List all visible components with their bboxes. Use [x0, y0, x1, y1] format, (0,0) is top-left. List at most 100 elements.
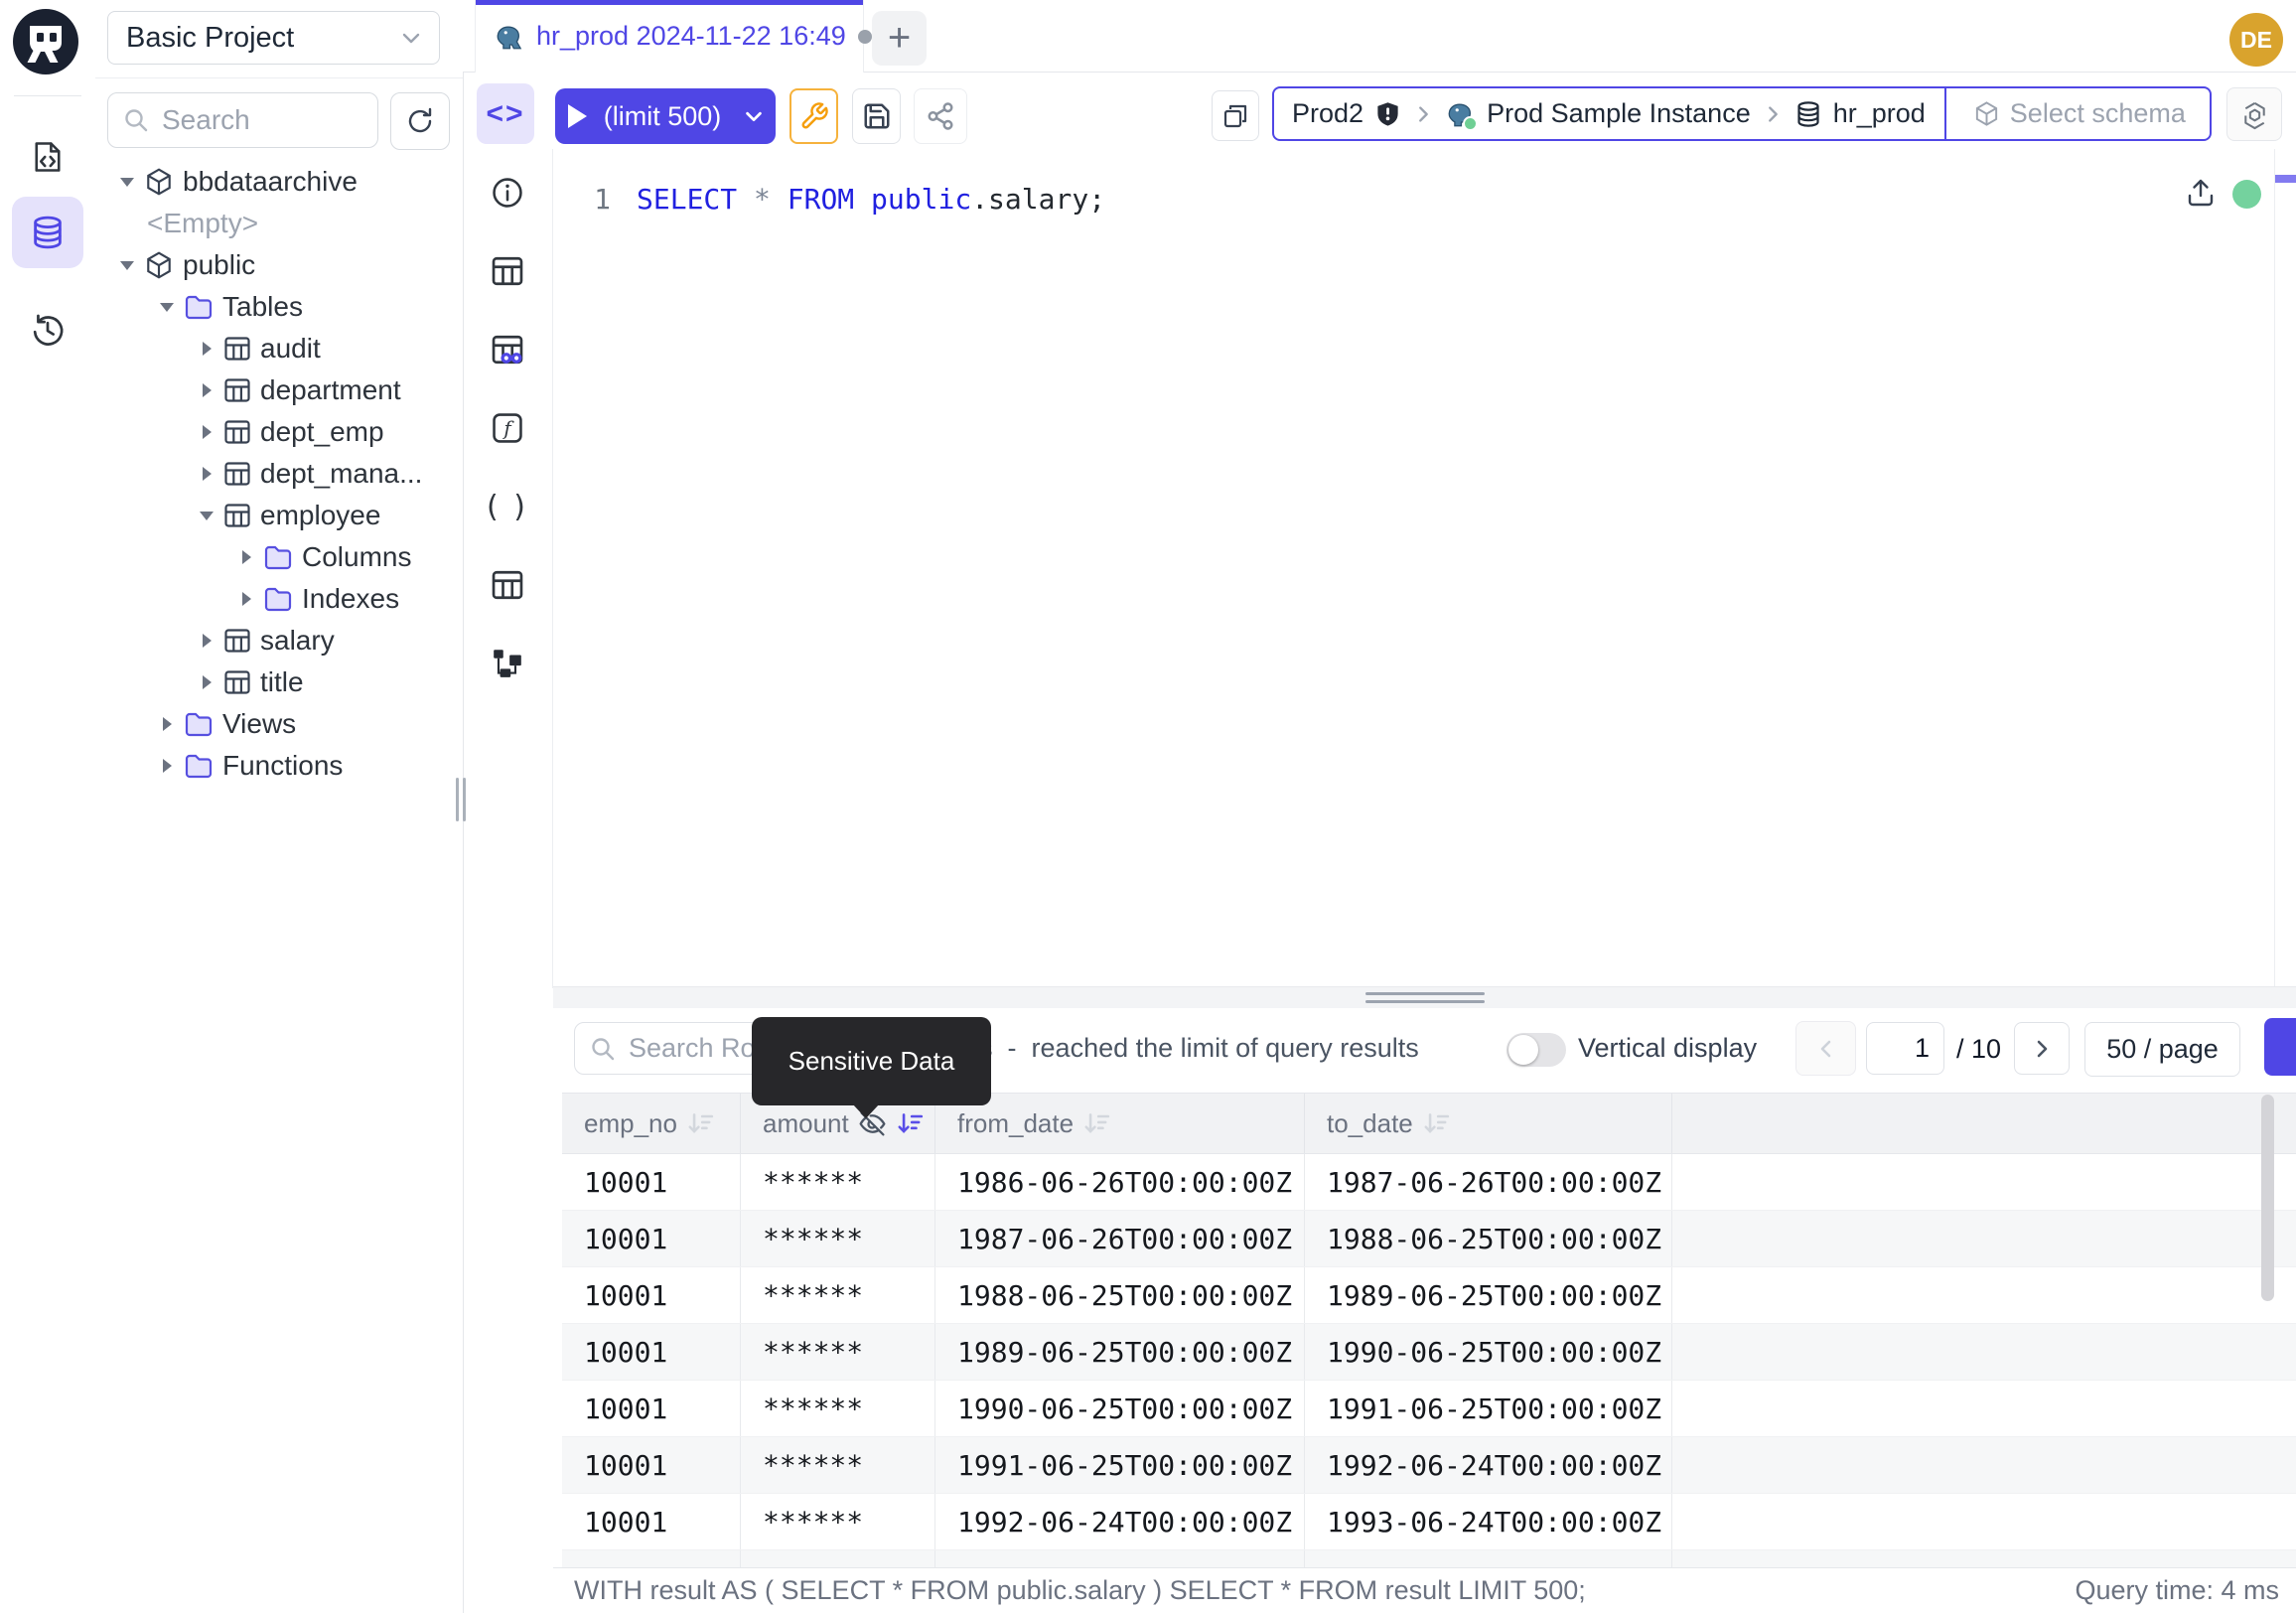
tree-item-department[interactable]: department [95, 369, 463, 411]
cell-from-date[interactable]: 1989-06-25T00:00:00Z [935, 1324, 1305, 1380]
cell-amount[interactable]: ****** [741, 1324, 935, 1380]
cell-to-date[interactable]: 1990-06-25T00:00:00Z [1305, 1324, 1672, 1380]
result-scrollbar-thumb[interactable] [2261, 1095, 2274, 1301]
caret-right-icon[interactable] [238, 591, 254, 607]
page-number-input[interactable]: 1 [1866, 1022, 1944, 1075]
cell-amount[interactable]: ****** [741, 1494, 935, 1549]
caret-right-icon[interactable] [199, 341, 215, 357]
tree-item-title[interactable]: title [95, 661, 463, 703]
column-header-emp-no[interactable]: emp_no [562, 1094, 741, 1153]
cell-emp-no[interactable]: 10001 [562, 1267, 741, 1323]
table-row[interactable]: 10001******1993-06-24T00:00:00Z1994-06-2… [562, 1550, 2296, 1567]
user-avatar[interactable]: DE [2229, 13, 2283, 67]
vertical-display-toggle[interactable] [1507, 1033, 1566, 1067]
table-panel-button[interactable] [486, 249, 529, 293]
instance-name[interactable]: Prod Sample Instance [1487, 98, 1751, 129]
cell-amount[interactable]: ****** [741, 1211, 935, 1266]
tree-item-dept-emp[interactable]: dept_emp [95, 411, 463, 453]
caret-right-icon[interactable] [159, 758, 175, 774]
tree-item-audit[interactable]: audit [95, 328, 463, 369]
cell-emp-no[interactable]: 10001 [562, 1437, 741, 1493]
sort-icon[interactable] [686, 1110, 714, 1136]
cell-emp-no[interactable]: 10001 [562, 1550, 741, 1567]
cell-emp-no[interactable]: 10001 [562, 1211, 741, 1266]
cell-from-date[interactable]: 1987-06-26T00:00:00Z [935, 1211, 1305, 1266]
tree-item-tables[interactable]: Tables [95, 286, 463, 328]
cell-from-date[interactable]: 1986-06-26T00:00:00Z [935, 1154, 1305, 1210]
cell-from-date[interactable]: 1993-06-24T00:00:00Z [935, 1550, 1305, 1567]
column-header-to-date[interactable]: to_date [1305, 1094, 1672, 1153]
run-query-button[interactable]: (limit 500) [555, 88, 776, 144]
table-row[interactable]: 10001******1989-06-25T00:00:00Z1990-06-2… [562, 1324, 2296, 1381]
cell-emp-no[interactable]: 10001 [562, 1324, 741, 1380]
caret-down-icon[interactable] [119, 176, 135, 188]
caret-right-icon[interactable] [199, 466, 215, 482]
caret-right-icon[interactable] [199, 633, 215, 649]
cell-emp-no[interactable]: 10001 [562, 1381, 741, 1436]
table-row[interactable]: 10001******1991-06-25T00:00:00Z1992-06-2… [562, 1437, 2296, 1494]
cell-to-date[interactable]: 1989-06-25T00:00:00Z [1305, 1267, 1672, 1323]
tree-item-employee[interactable]: employee [95, 495, 463, 536]
caret-right-icon[interactable] [199, 382, 215, 398]
rail-database-button[interactable] [12, 197, 83, 268]
column-header-from-date[interactable]: from_date [935, 1094, 1305, 1153]
table-row[interactable]: 10001******1987-06-26T00:00:00Z1988-06-2… [562, 1211, 2296, 1267]
sort-icon[interactable] [896, 1110, 924, 1136]
new-tab-button[interactable]: + [872, 11, 927, 66]
tree-item-functions[interactable]: Functions [95, 745, 463, 787]
sensitive-data-button[interactable] [486, 328, 529, 371]
export-button[interactable] [2264, 1018, 2296, 1076]
cell-amount[interactable]: ****** [741, 1154, 935, 1210]
tree-item-views[interactable]: Views [95, 703, 463, 745]
editor-toggle-button[interactable]: <> [477, 83, 534, 144]
cell-emp-no[interactable]: 10001 [562, 1494, 741, 1549]
table-row[interactable]: 10001******1988-06-25T00:00:00Z1989-06-2… [562, 1267, 2296, 1324]
cell-from-date[interactable]: 1990-06-25T00:00:00Z [935, 1381, 1305, 1436]
refresh-button[interactable] [390, 92, 450, 150]
save-button[interactable] [852, 88, 901, 144]
tree-item-empty[interactable]: <Empty> [95, 203, 463, 244]
environment-name[interactable]: Prod2 [1292, 98, 1363, 129]
select-schema-button[interactable]: Select schema [1957, 98, 2202, 129]
database-name[interactable]: hr_prod [1833, 98, 1926, 129]
table-row[interactable]: 10001******1986-06-26T00:00:00Z1987-06-2… [562, 1154, 2296, 1211]
tree-item-indexes[interactable]: Indexes [95, 578, 463, 620]
tab-hr-prod[interactable]: hr_prod 2024-11-22 16:49 [475, 0, 864, 73]
info-button[interactable] [486, 171, 529, 215]
tree-item-bbdataarchive[interactable]: bbdataarchive [95, 161, 463, 203]
table-row[interactable]: 10001******1992-06-24T00:00:00Z1993-06-2… [562, 1494, 2296, 1550]
cell-from-date[interactable]: 1991-06-25T00:00:00Z [935, 1437, 1305, 1493]
ai-assistant-button[interactable] [2226, 87, 2282, 141]
sort-icon[interactable] [1082, 1110, 1110, 1136]
caret-right-icon[interactable] [199, 424, 215, 440]
tree-item-salary[interactable]: salary [95, 620, 463, 661]
tree-item-columns[interactable]: Columns [95, 536, 463, 578]
caret-down-icon[interactable] [199, 510, 215, 521]
schema-diagram-button[interactable] [486, 642, 529, 685]
format-sql-button[interactable] [789, 88, 838, 144]
cell-amount[interactable]: ****** [741, 1550, 935, 1567]
function-button[interactable]: f [486, 406, 529, 450]
sql-editor[interactable]: 1 SELECT * FROM public.salary; [553, 149, 2296, 988]
page-size-select[interactable]: 50 / page [2084, 1022, 2240, 1077]
panel-resize-handle[interactable] [553, 986, 2296, 1008]
cell-to-date[interactable]: 1993-06-24T00:00:00Z [1305, 1494, 1672, 1549]
rail-history-button[interactable] [12, 294, 83, 366]
sort-icon[interactable] [1422, 1110, 1450, 1136]
prev-page-button[interactable] [1795, 1021, 1856, 1076]
caret-down-icon[interactable] [159, 301, 175, 313]
batch-query-button[interactable] [1212, 90, 1259, 141]
cell-to-date[interactable]: 1988-06-25T00:00:00Z [1305, 1211, 1672, 1266]
bytebase-logo[interactable] [13, 9, 78, 74]
share-button[interactable] [914, 88, 967, 144]
sidebar-search-input[interactable]: Search [107, 92, 378, 148]
caret-down-icon[interactable] [119, 259, 135, 271]
cell-amount[interactable]: ****** [741, 1437, 935, 1493]
next-page-button[interactable] [2014, 1022, 2070, 1075]
external-table-button[interactable] [486, 563, 529, 607]
tree-item-public[interactable]: public [95, 244, 463, 286]
cell-to-date[interactable]: 1987-06-26T00:00:00Z [1305, 1154, 1672, 1210]
upload-icon[interactable] [2185, 177, 2217, 209]
cell-to-date[interactable]: 1994-06-24T00:00:00Z [1305, 1550, 1672, 1567]
caret-right-icon[interactable] [199, 674, 215, 690]
